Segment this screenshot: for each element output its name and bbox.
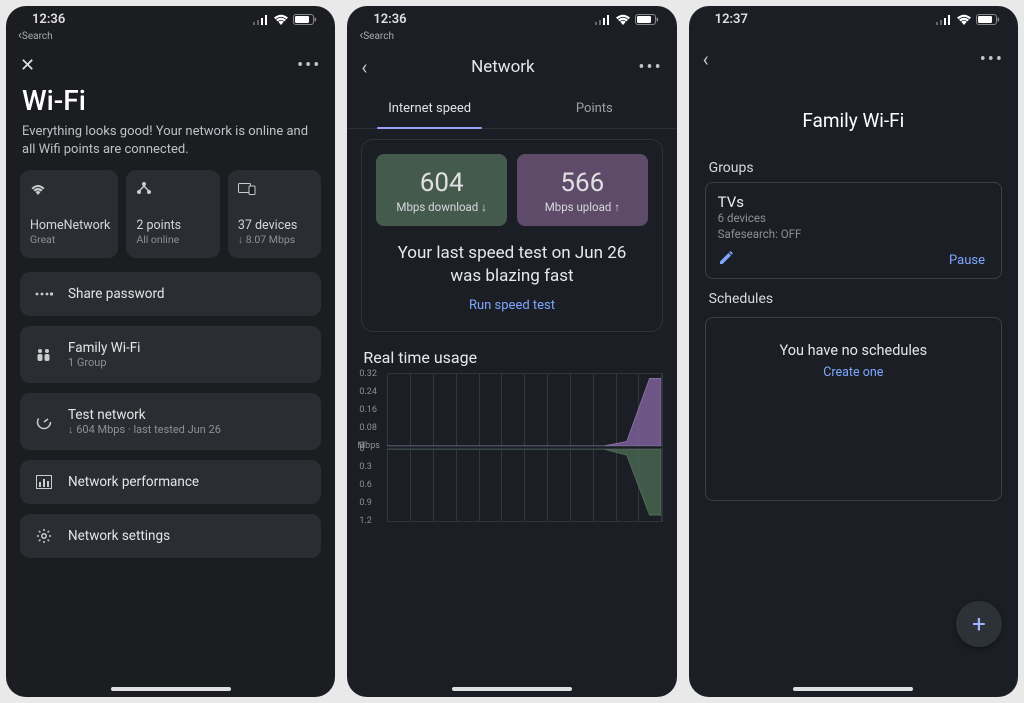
item-label: Share password [68, 286, 165, 302]
item-label: Network settings [68, 528, 170, 544]
page-subtitle: Everything looks good! Your network is o… [6, 123, 335, 170]
page-title: Family Wi-Fi [689, 79, 1018, 148]
back-search-link[interactable]: Search [347, 27, 676, 45]
upload-value: 566 [523, 168, 642, 198]
screen-network: 12:36 Search ‹ Network ••• Internet spee… [347, 6, 676, 697]
download-value: 604 [382, 168, 501, 198]
chart-upload: 00.080.160.240.32 [387, 373, 662, 447]
item-share-password[interactable]: Share password [20, 272, 321, 316]
run-speed-test-button[interactable]: Run speed test [469, 298, 555, 313]
home-indicator[interactable] [452, 687, 572, 691]
cellular-icon [595, 15, 611, 25]
more-icon[interactable]: ••• [297, 55, 321, 76]
tab-points[interactable]: Points [512, 91, 677, 128]
summary-cards: HomeNetwork Great 2 points All online 37… [6, 170, 335, 272]
back-icon[interactable]: ‹ [703, 47, 709, 71]
tile-upload: 566 Mbps upload ↑ [517, 154, 648, 226]
groups-heading: Groups [689, 148, 1018, 182]
card-points-label: 2 points [136, 218, 211, 233]
battery-icon [976, 14, 1000, 25]
tab-internet-speed[interactable]: Internet speed [347, 91, 512, 128]
home-indicator[interactable] [111, 687, 231, 691]
status-time: 12:37 [715, 12, 748, 27]
edit-icon[interactable] [718, 250, 734, 270]
battery-icon [635, 14, 659, 25]
download-label: Mbps download ↓ [382, 200, 501, 214]
schedules-empty-card: You have no schedules Create one [705, 317, 1002, 501]
screen-family-wifi: 12:37 ‹ ••• Family Wi-Fi Groups TVs 6 de… [689, 6, 1018, 697]
item-label: Family Wi-Fi [68, 340, 140, 356]
group-safesearch: Safesearch: OFF [718, 227, 989, 243]
gauge-icon [34, 414, 54, 430]
status-icons [595, 14, 659, 25]
page-title: Network [367, 57, 638, 77]
item-network-settings[interactable]: Network settings [20, 514, 321, 558]
screen-wifi: 12:36 Search ✕ ••• Wi-Fi Everything look… [6, 6, 335, 697]
group-name: TVs [718, 193, 989, 211]
wifi-icon [615, 14, 631, 25]
back-search-link[interactable]: Search [6, 27, 335, 45]
status-bar: 12:36 [347, 6, 676, 27]
realtime-chart: 00.080.160.240.32 00.30.60.91.2Mbps [347, 373, 676, 522]
realtime-title: Real time usage [347, 332, 676, 373]
group-devices: 6 devices [718, 211, 989, 227]
card-network-label: HomeNetwork [30, 218, 110, 233]
schedules-empty-label: You have no schedules [716, 342, 991, 359]
card-devices-sub: ↓ 8.07 Mbps [238, 233, 313, 246]
status-icons [253, 14, 317, 25]
item-label: Network performance [68, 474, 199, 490]
group-card-tvs[interactable]: TVs 6 devices Safesearch: OFF Pause [705, 182, 1002, 279]
card-devices-label: 37 devices [238, 218, 313, 233]
status-bar: 12:36 [6, 6, 335, 27]
chart-download: 00.30.60.91.2Mbps [387, 448, 662, 522]
item-sub: 1 Group [68, 356, 140, 369]
item-test-network[interactable]: Test network ↓ 604 Mbps · last tested Ju… [20, 393, 321, 450]
pause-button[interactable]: Pause [949, 253, 985, 268]
status-icons [936, 14, 1000, 25]
upload-label: Mbps upload ↑ [523, 200, 642, 214]
devices-icon [238, 180, 313, 198]
card-devices[interactable]: 37 devices ↓ 8.07 Mbps [228, 170, 321, 258]
points-icon [136, 180, 211, 198]
tabs: Internet speed Points [347, 91, 676, 129]
wifi-icon [30, 180, 110, 198]
card-points-sub: All online [136, 233, 211, 246]
card-network-sub: Great [30, 233, 110, 246]
tile-download: 604 Mbps download ↓ [376, 154, 507, 226]
close-icon[interactable]: ✕ [20, 55, 35, 76]
cellular-icon [253, 15, 269, 25]
password-icon [34, 289, 54, 299]
wifi-icon [956, 14, 972, 25]
item-network-performance[interactable]: Network performance [20, 460, 321, 504]
speed-message: Your last speed test on Jun 26 was blazi… [382, 242, 641, 288]
item-sub: ↓ 604 Mbps · last tested Jun 26 [68, 423, 221, 436]
more-icon[interactable]: ••• [638, 57, 662, 78]
card-points[interactable]: 2 points All online [126, 170, 219, 258]
chart-icon [34, 475, 54, 489]
item-family-wifi[interactable]: Family Wi-Fi 1 Group [20, 326, 321, 383]
gear-icon [34, 528, 54, 544]
speed-card: 604 Mbps download ↓ 566 Mbps upload ↑ Yo… [361, 139, 662, 332]
status-bar: 12:37 [689, 6, 1018, 27]
schedules-heading: Schedules [689, 279, 1018, 313]
family-icon [34, 348, 54, 362]
more-icon[interactable]: ••• [980, 49, 1004, 70]
wifi-icon [273, 14, 289, 25]
battery-icon [293, 14, 317, 25]
page-title: Wi-Fi [6, 84, 335, 123]
item-label: Test network [68, 407, 221, 423]
status-time: 12:36 [32, 12, 65, 27]
card-network[interactable]: HomeNetwork Great [20, 170, 118, 258]
add-button[interactable]: + [956, 601, 1002, 647]
home-indicator[interactable] [793, 687, 913, 691]
cellular-icon [936, 15, 952, 25]
status-time: 12:36 [373, 12, 406, 27]
create-schedule-button[interactable]: Create one [716, 365, 991, 380]
